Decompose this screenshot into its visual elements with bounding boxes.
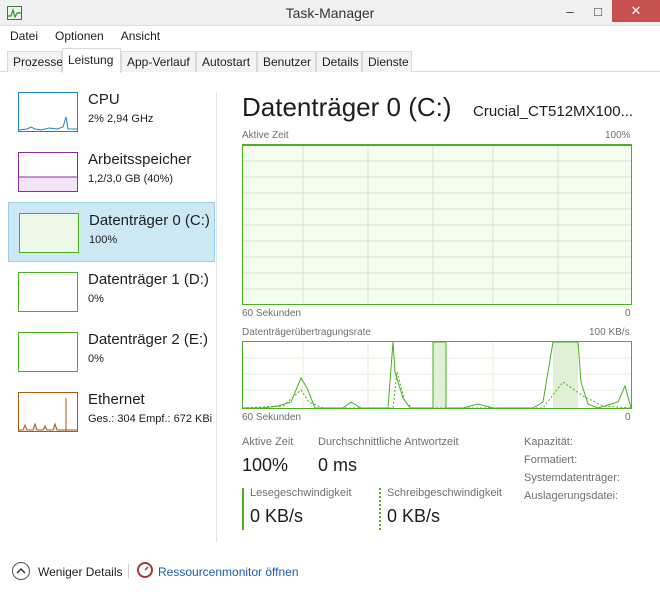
disk1-thumbnail-graph <box>18 272 78 312</box>
disk2-thumbnail-graph <box>18 332 78 372</box>
write-speed-value: 0 KB/s <box>387 506 441 526</box>
transfer-rate-graph-min: 0 <box>625 412 631 423</box>
sidebar-item-label: Datenträger 1 (D:) <box>88 271 209 288</box>
tab-details[interactable]: Details <box>316 51 362 72</box>
pagefile-label: Auslagerungsdatei: <box>524 490 619 502</box>
title-bar: Task-Manager – □ ✕ <box>0 0 660 26</box>
sidebar-item-label: CPU <box>88 91 120 108</box>
sidebar-item-label: Datenträger 2 (E:) <box>88 331 209 348</box>
sidebar-item-disk-0[interactable]: Datenträger 0 (C:) 100% <box>8 202 215 262</box>
fewer-details-link[interactable]: Weniger Details <box>38 565 122 579</box>
memory-thumbnail-graph <box>18 152 78 192</box>
write-speed-indicator <box>379 488 381 530</box>
tab-processes[interactable]: Prozesse <box>7 51 63 72</box>
active-time-graph-min: 0 <box>625 308 631 319</box>
performance-sidebar: CPU 2% 2,94 GHz Arbeitsspeicher 1,2/3,0 … <box>8 82 216 542</box>
sidebar-item-cpu[interactable]: CPU 2% 2,94 GHz <box>8 82 215 142</box>
tab-bar: Prozesse Leistung App-Verlauf Autostart … <box>0 46 660 73</box>
active-time-graph-max: 100% <box>605 130 631 141</box>
sidebar-item-label: Datenträger 0 (C:) <box>89 212 210 229</box>
active-time-value: 100% <box>242 455 289 475</box>
active-time-graph-timespan: 60 Sekunden <box>242 308 301 319</box>
page-title: Datenträger 0 (C:) <box>242 92 452 122</box>
sidebar-item-value: Ges.: 304 Empf.: 672 KBi <box>88 413 213 425</box>
tab-performance[interactable]: Leistung <box>62 48 121 73</box>
read-speed-value: 0 KB/s <box>250 506 304 526</box>
active-time-graph <box>242 144 632 305</box>
cpu-thumbnail-graph <box>18 92 78 132</box>
transfer-rate-graph-max: 100 KB/s <box>589 327 630 338</box>
sidebar-item-ethernet[interactable]: Ethernet Ges.: 304 Empf.: 672 KBi <box>8 382 215 442</box>
tab-startup[interactable]: Autostart <box>196 51 257 72</box>
active-time-label: Aktive Zeit <box>242 436 294 448</box>
write-speed-label: Schreibgeschwindigkeit <box>387 487 502 499</box>
sidebar-item-disk-1[interactable]: Datenträger 1 (D:) 0% <box>8 262 215 322</box>
sidebar-item-value: 100% <box>89 234 118 246</box>
sidebar-item-value: 0% <box>88 353 104 365</box>
transfer-rate-graph-timespan: 60 Sekunden <box>242 412 301 423</box>
active-time-graph-label: Aktive Zeit <box>242 130 289 141</box>
read-speed-indicator <box>242 488 244 530</box>
response-time-label: Durchschnittliche Antwortzeit <box>318 436 459 448</box>
response-time-value: 0 ms <box>318 455 358 475</box>
read-speed-label: Lesegeschwindigkeit <box>250 487 352 499</box>
close-button[interactable]: ✕ <box>612 0 660 22</box>
footer-divider <box>128 564 129 578</box>
sidebar-item-value: 0% <box>88 293 104 305</box>
tab-users[interactable]: Benutzer <box>257 51 316 72</box>
menu-options[interactable]: Optionen <box>45 26 111 46</box>
disk0-thumbnail-graph <box>19 213 79 253</box>
sidebar-divider <box>216 92 217 542</box>
ethernet-thumbnail-graph <box>18 392 78 432</box>
disk-model-name: Crucial_CT512MX100... <box>473 103 634 120</box>
transfer-rate-graph <box>242 341 632 409</box>
sidebar-item-disk-2[interactable]: Datenträger 2 (E:) 0% <box>8 322 215 382</box>
sidebar-item-label: Arbeitsspeicher <box>88 151 192 168</box>
chevron-up-icon <box>16 567 26 574</box>
sidebar-item-label: Ethernet <box>88 391 145 408</box>
transfer-rate-graph-label: Datenträgerübertragungsrate <box>242 327 371 338</box>
maximize-button[interactable]: □ <box>584 0 612 22</box>
sidebar-item-memory[interactable]: Arbeitsspeicher 1,2/3,0 GB (40%) <box>8 142 215 202</box>
resource-monitor-icon <box>137 562 153 578</box>
menu-bar: Datei Optionen Ansicht <box>0 26 660 46</box>
system-disk-label: Systemdatenträger: <box>524 472 620 484</box>
footer-bar: Weniger Details Ressourcenmonitor öffnen <box>0 555 660 600</box>
sidebar-item-value: 1,2/3,0 GB (40%) <box>88 173 173 185</box>
capacity-label: Kapazität: <box>524 436 573 448</box>
collapse-details-button[interactable] <box>12 562 30 580</box>
sidebar-item-value: 2% 2,94 GHz <box>88 113 154 125</box>
tab-app-history[interactable]: App-Verlauf <box>121 51 196 72</box>
menu-file[interactable]: Datei <box>0 26 45 46</box>
open-resource-monitor-link[interactable]: Ressourcenmonitor öffnen <box>158 565 299 579</box>
minimize-button[interactable]: – <box>556 0 584 22</box>
tab-services[interactable]: Dienste <box>362 51 412 72</box>
menu-view[interactable]: Ansicht <box>111 26 167 46</box>
formatted-label: Formatiert: <box>524 454 578 466</box>
